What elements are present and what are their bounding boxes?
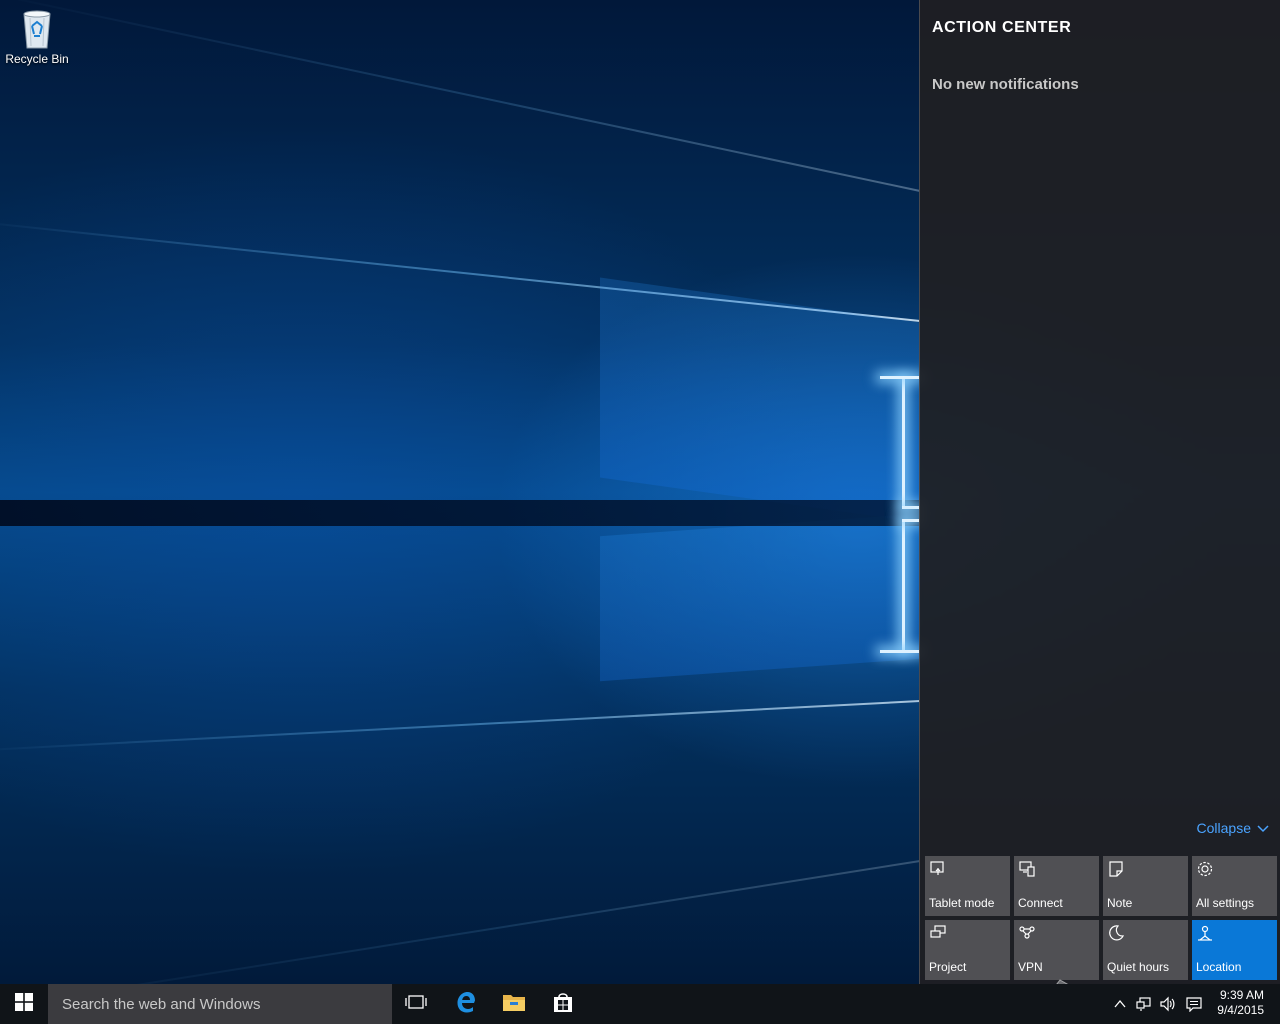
- store-icon: [552, 991, 574, 1018]
- search-input[interactable]: [60, 994, 384, 1014]
- quick-action-label: Note: [1107, 896, 1133, 910]
- action-center-button[interactable]: [1186, 996, 1202, 1013]
- wallpaper-window-frame: [902, 520, 905, 652]
- network-icon: [1136, 997, 1151, 1011]
- file-explorer-button[interactable]: [490, 984, 538, 1024]
- wallpaper-window-frame: [902, 378, 905, 508]
- quick-action-all-settings[interactable]: All settings: [1192, 856, 1277, 916]
- action-center-title: ACTION CENTER: [932, 19, 1072, 36]
- wallpaper-dark-band: [0, 500, 920, 526]
- volume-icon: [1160, 996, 1175, 1012]
- wallpaper-beam: [0, 0, 921, 192]
- edge-icon: [455, 991, 477, 1018]
- quick-action-vpn[interactable]: VPN: [1014, 920, 1099, 980]
- windows-logo-icon: [15, 992, 33, 1016]
- wallpaper-window-frame: [880, 650, 920, 653]
- taskbar-clock[interactable]: 9:39 AM 9/4/2015: [1204, 988, 1264, 1018]
- quick-action-quiet-hours[interactable]: Quiet hours: [1103, 920, 1188, 980]
- quick-action-tablet-mode[interactable]: Tablet mode: [925, 856, 1010, 916]
- tablet-mode-icon: [929, 860, 947, 878]
- quick-action-label: Location: [1196, 960, 1242, 974]
- gear-icon: [1196, 860, 1214, 878]
- collapse-button[interactable]: Collapse: [1197, 820, 1269, 836]
- wallpaper-window-pane: [600, 513, 920, 682]
- taskbar-search-box[interactable]: [48, 984, 392, 1024]
- chevron-down-icon: [1257, 820, 1269, 836]
- vpn-icon: [1018, 924, 1036, 942]
- taskbar: 9:39 AM 9/4/2015: [0, 984, 1280, 1024]
- folder-icon: [502, 992, 526, 1017]
- quick-action-label: All settings: [1196, 896, 1255, 910]
- notification-icon: [1186, 997, 1202, 1013]
- desktop-icon-recycle-bin[interactable]: Recycle Bin: [4, 6, 70, 66]
- chevron-up-icon: [1114, 999, 1126, 1008]
- wallpaper-window-frame: [902, 506, 920, 509]
- volume-button[interactable]: [1160, 996, 1176, 1012]
- wallpaper-window-frame: [880, 376, 920, 379]
- collapse-label: Collapse: [1196, 820, 1251, 836]
- quick-action-note[interactable]: Note: [1103, 856, 1188, 916]
- quick-action-label: Connect: [1018, 896, 1063, 910]
- moon-icon: [1107, 924, 1125, 942]
- connect-icon: [1018, 860, 1036, 878]
- action-center-panel: ACTION CENTER No new notifications Colla…: [919, 0, 1280, 984]
- wallpaper-beam: [0, 860, 921, 984]
- wallpaper-window-frame: [902, 519, 920, 522]
- quick-action-project[interactable]: Project: [925, 920, 1010, 980]
- recycle-bin-icon: [20, 6, 54, 50]
- clock-date: 9/4/2015: [1217, 1003, 1264, 1017]
- quick-action-label: Project: [929, 960, 967, 974]
- show-hidden-icons-button[interactable]: [1112, 996, 1128, 1012]
- task-view-icon: [404, 993, 428, 1016]
- quick-action-label: Quiet hours: [1107, 960, 1170, 974]
- quick-actions-grid: Tablet mode Connect Note All settings Pr…: [925, 856, 1277, 980]
- store-button[interactable]: [539, 984, 587, 1024]
- network-button[interactable]: [1136, 996, 1152, 1012]
- quick-action-label: Tablet mode: [929, 896, 995, 910]
- project-icon: [929, 924, 947, 942]
- wallpaper-beam: [0, 700, 921, 753]
- location-icon: [1196, 924, 1214, 942]
- clock-time: 9:39 AM: [1219, 988, 1264, 1002]
- task-view-button[interactable]: [392, 984, 440, 1024]
- quick-action-location[interactable]: Location: [1192, 920, 1277, 980]
- start-button[interactable]: [0, 984, 48, 1024]
- edge-button[interactable]: [442, 984, 490, 1024]
- quick-action-connect[interactable]: Connect: [1014, 856, 1099, 916]
- desktop-icon-label: Recycle Bin: [5, 52, 69, 66]
- no-notifications-message: No new notifications: [932, 76, 1079, 93]
- note-icon: [1107, 860, 1125, 878]
- quick-action-label: VPN: [1018, 960, 1043, 974]
